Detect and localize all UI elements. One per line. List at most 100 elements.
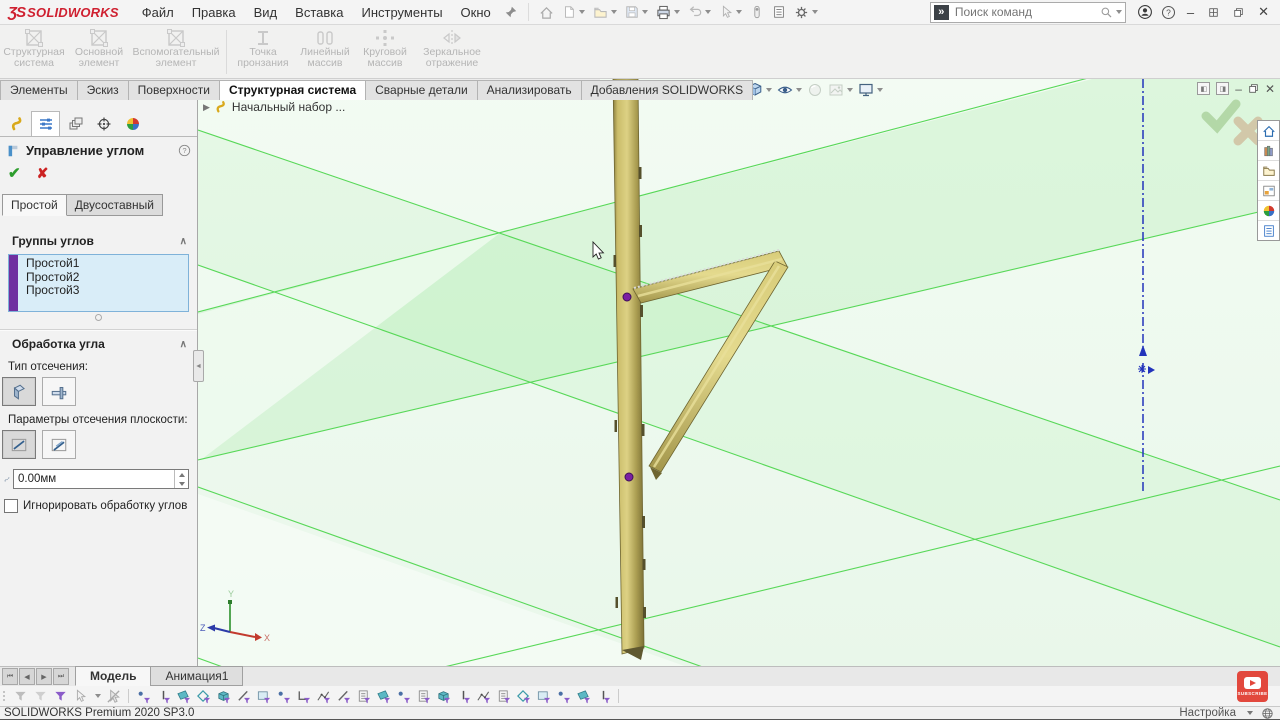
file-properties-button[interactable]	[769, 3, 789, 21]
chevron-down-icon[interactable]	[812, 10, 818, 14]
filter-coordinate-systems-icon[interactable]	[296, 689, 311, 704]
toolbar-grip[interactable]	[3, 691, 5, 701]
selection-filter-toggle-icon[interactable]	[13, 689, 28, 704]
menu-view[interactable]: Вид	[245, 2, 287, 23]
select-options-chevron-icon[interactable]	[95, 694, 101, 698]
filter-centerlines-icon[interactable]	[596, 689, 611, 704]
command-search[interactable]: »	[930, 2, 1126, 23]
graphics-area[interactable]: Y X Z ▶ Начальный набор ...	[198, 79, 1280, 666]
filter-midpoints-icon[interactable]	[356, 689, 371, 704]
doc-close-button[interactable]: ✕	[1265, 83, 1275, 95]
structure-system-button[interactable]: Структурная система	[0, 28, 68, 70]
select-button[interactable]	[716, 3, 745, 21]
ignore-treatment-checkbox[interactable]	[4, 499, 18, 513]
feature-manager-tab[interactable]	[2, 111, 31, 136]
plane-trim-option1-button[interactable]	[2, 430, 36, 459]
filter-center-marks-icon[interactable]	[576, 689, 591, 704]
chevron-down-icon[interactable]	[796, 88, 802, 92]
filter-cosmetic-threads-icon[interactable]	[516, 689, 531, 704]
chevron-down-icon[interactable]	[611, 10, 617, 14]
collapse-chevron-icon[interactable]: ∧	[180, 339, 187, 350]
plane-trim-option2-button[interactable]	[42, 430, 76, 459]
filter-connection-points-icon[interactable]	[536, 689, 551, 704]
search-scope-chevron-icon[interactable]	[1116, 10, 1122, 14]
listbox-resize-handle[interactable]	[95, 314, 102, 321]
search-icon[interactable]	[1100, 6, 1113, 19]
print-button[interactable]	[653, 3, 683, 22]
chevron-down-icon[interactable]	[766, 88, 772, 92]
tab-animation1[interactable]: Анимация1	[150, 666, 243, 686]
spinner-up-button[interactable]	[175, 470, 188, 479]
tree-expand-icon[interactable]: ▶	[203, 102, 210, 113]
new-document-button[interactable]	[559, 3, 588, 21]
primary-member-button[interactable]: Основной элемент	[68, 28, 130, 70]
chevron-down-icon[interactable]	[674, 10, 680, 14]
invert-selection-icon[interactable]	[106, 689, 121, 704]
undo-button[interactable]	[685, 3, 714, 21]
filter-faces-icon[interactable]	[176, 689, 191, 704]
window-minimize-button[interactable]: –	[1180, 3, 1201, 22]
tab-model[interactable]: Модель	[75, 666, 151, 686]
home-button[interactable]	[536, 3, 557, 22]
filter-planes-icon[interactable]	[256, 689, 271, 704]
tab-structure-system[interactable]: Структурная система	[219, 80, 366, 100]
filter-combination-icon[interactable]	[53, 689, 68, 704]
dimxpert-manager-tab[interactable]	[89, 111, 118, 136]
filter-dimensions-icon[interactable]	[376, 689, 391, 704]
doc-minimize-button[interactable]: –	[1235, 83, 1242, 95]
window-tile-button[interactable]	[1201, 5, 1226, 20]
help-button[interactable]	[1158, 3, 1179, 22]
help-icon[interactable]	[178, 144, 191, 157]
filter-surface-finish-icon[interactable]	[476, 689, 491, 704]
chevron-down-icon[interactable]	[579, 10, 585, 14]
chevron-down-icon[interactable]	[847, 88, 853, 92]
filter-origins-icon[interactable]	[276, 689, 291, 704]
corner-groups-listbox[interactable]: Простой1 Простой2 Простой3	[8, 254, 189, 312]
globe-icon[interactable]	[1261, 707, 1274, 720]
chevron-down-icon[interactable]	[736, 10, 742, 14]
list-item[interactable]: Простой2	[22, 271, 83, 285]
filter-solid-bodies-icon[interactable]	[216, 689, 231, 704]
view-settings-button[interactable]	[856, 81, 885, 99]
prev-tab-button[interactable]: ◀	[19, 668, 35, 685]
list-item[interactable]: Простой1	[22, 257, 83, 271]
filter-surface-bodies-icon[interactable]	[196, 689, 211, 704]
next-tab-button[interactable]: ▶	[36, 668, 52, 685]
filter-welds-icon[interactable]	[436, 689, 451, 704]
hide-show-items-button[interactable]	[775, 81, 804, 99]
filter-sketch-points-icon[interactable]	[336, 689, 351, 704]
taskpane-design-library-button[interactable]	[1258, 141, 1279, 161]
corner-treatment-header[interactable]: Обработка угла ∧	[0, 331, 197, 355]
filter-geometric-tolerances-icon[interactable]	[496, 689, 511, 704]
tab-evaluate[interactable]: Анализировать	[477, 80, 582, 100]
feature-tree-flyout[interactable]: ▶ Начальный набор ...	[203, 100, 345, 114]
window-restore-button[interactable]	[1226, 5, 1251, 20]
tab-surfaces[interactable]: Поверхности	[128, 80, 220, 100]
split-view-left-icon[interactable]: ◧	[1197, 82, 1210, 95]
cancel-button[interactable]: ✘	[37, 165, 49, 182]
collapse-chevron-icon[interactable]: ∧	[180, 236, 187, 247]
edit-appearance-button[interactable]	[805, 81, 825, 99]
menu-insert[interactable]: Вставка	[286, 2, 352, 23]
configuration-manager-tab[interactable]	[60, 111, 89, 136]
circular-pattern-button[interactable]: Круговой массив	[355, 28, 415, 70]
tab-features[interactable]: Элементы	[0, 80, 78, 100]
corner-groups-header[interactable]: Группы углов ∧	[0, 228, 197, 252]
login-button[interactable]	[1134, 2, 1156, 22]
taskpane-custom-properties-button[interactable]	[1258, 221, 1279, 240]
window-close-button[interactable]: ✕	[1251, 2, 1276, 22]
spinner-down-button[interactable]	[175, 479, 188, 488]
ok-button[interactable]: ✔	[8, 164, 21, 182]
menu-edit[interactable]: Правка	[183, 2, 245, 23]
save-button[interactable]	[622, 3, 651, 21]
tab-sketch[interactable]: Эскиз	[77, 80, 129, 100]
panel-splitter-handle[interactable]: ◄	[193, 350, 204, 382]
first-tab-button[interactable]: ⏮	[2, 668, 18, 685]
weld-gap-input[interactable]	[14, 470, 174, 488]
filter-datums-icon[interactable]	[456, 689, 471, 704]
taskpane-appearances-button[interactable]	[1258, 201, 1279, 221]
menu-tools[interactable]: Инструменты	[352, 2, 451, 23]
last-tab-button[interactable]: ⏭	[53, 668, 69, 685]
list-item[interactable]: Простой3	[22, 284, 83, 298]
taskpane-view-palette-button[interactable]	[1258, 181, 1279, 201]
